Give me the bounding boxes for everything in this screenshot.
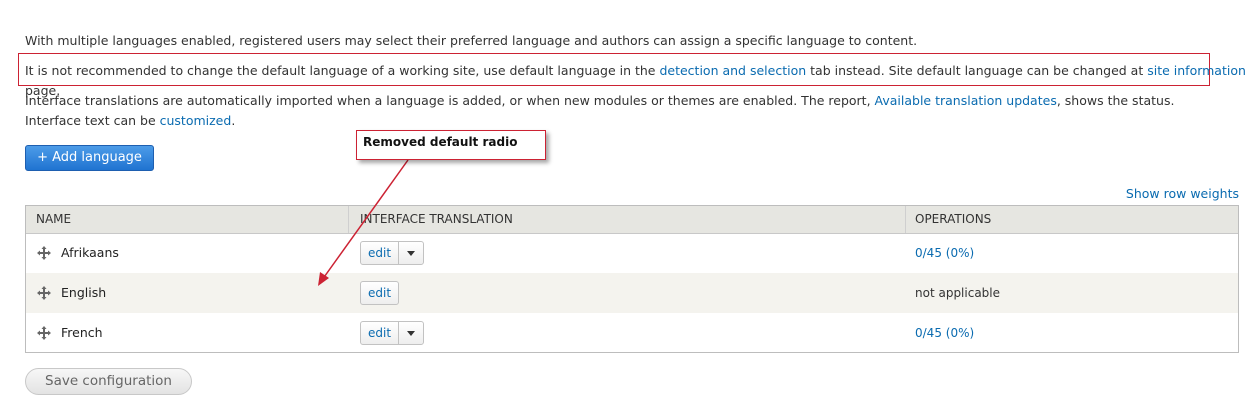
language-name: Afrikaans — [61, 245, 119, 260]
detection-selection-link[interactable]: detection and selection — [659, 63, 806, 78]
table-row: English edit not applicable — [26, 273, 1238, 313]
intro-paragraph-3: Interface translations are automatically… — [25, 91, 1230, 131]
header-interface-translation: INTERFACE TRANSLATION — [360, 212, 513, 226]
drag-handle-icon[interactable] — [36, 325, 52, 341]
annotation-callout: Removed default radio — [356, 130, 546, 160]
customized-link[interactable]: customized — [160, 113, 232, 128]
edit-button[interactable]: edit — [361, 242, 398, 264]
text-segment: tab instead. Site default language can b… — [806, 63, 1148, 78]
intro-paragraph-1: With multiple languages enabled, registe… — [25, 33, 918, 48]
drag-handle-icon[interactable] — [36, 245, 52, 261]
languages-table: NAME INTERFACE TRANSLATION OPERATIONS Af… — [25, 205, 1239, 353]
header-divider — [348, 206, 349, 233]
edit-dropbutton: edit — [360, 281, 400, 305]
text-segment: . — [231, 113, 236, 128]
language-name: French — [61, 325, 103, 340]
save-configuration-button[interactable]: Save configuration — [25, 368, 192, 395]
show-row-weights-link[interactable]: Show row weights — [1126, 186, 1239, 201]
translation-status-link[interactable]: 0/45 (0%) — [915, 313, 974, 353]
operation-text: not applicable — [915, 286, 1001, 300]
site-information-link[interactable]: site information — [1147, 63, 1246, 78]
edit-button[interactable]: edit — [361, 322, 398, 344]
edit-button[interactable]: edit — [361, 282, 398, 304]
header-divider — [905, 206, 906, 233]
header-operations: OPERATIONS — [915, 212, 992, 226]
dropdown-arrow-icon[interactable] — [398, 242, 423, 264]
drag-handle-icon[interactable] — [36, 285, 52, 301]
language-name: English — [61, 285, 107, 300]
dropdown-arrow-icon[interactable] — [398, 322, 423, 344]
text-segment: It is not recommended to change the defa… — [25, 63, 660, 78]
translation-status-link[interactable]: 0/45 (0%) — [915, 233, 974, 273]
table-row: French edit 0/45 (0%) — [26, 313, 1238, 353]
add-language-button[interactable]: + Add language — [25, 145, 154, 171]
text-segment: Interface translations are automatically… — [25, 93, 875, 108]
edit-dropbutton: edit — [360, 321, 425, 345]
edit-dropbutton: edit — [360, 241, 425, 265]
translation-updates-link[interactable]: Available translation updates — [875, 93, 1057, 108]
table-header: NAME INTERFACE TRANSLATION OPERATIONS — [26, 206, 1238, 234]
header-name: NAME — [36, 212, 72, 226]
table-row: Afrikaans edit 0/45 (0%) — [26, 233, 1238, 273]
